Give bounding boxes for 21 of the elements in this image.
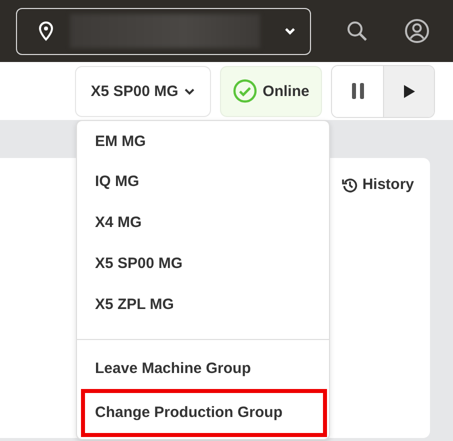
search-icon[interactable] <box>346 20 368 42</box>
play-icon <box>404 84 414 98</box>
menu-item[interactable]: X5 SP00 MG <box>77 243 329 284</box>
menu-item[interactable]: IQ MG <box>77 161 329 202</box>
machine-group-dropdown[interactable]: X5 SP00 MG <box>75 66 211 116</box>
menu-item[interactable]: X4 MG <box>77 202 329 243</box>
check-circle-icon <box>232 79 257 103</box>
menu-item[interactable]: EM MG <box>77 121 329 161</box>
location-pin-icon <box>38 21 54 41</box>
play-button[interactable] <box>383 66 434 116</box>
status-label: Online <box>262 82 310 100</box>
menu-item[interactable]: X5 ZPL MG <box>77 284 329 325</box>
account-icon[interactable] <box>404 18 430 44</box>
chevron-down-icon <box>184 88 196 94</box>
history-link[interactable]: History <box>342 176 414 193</box>
location-select[interactable] <box>16 8 311 54</box>
menu-item[interactable]: Leave Machine Group <box>77 348 329 389</box>
history-icon <box>342 176 358 192</box>
chevron-down-icon <box>284 27 296 35</box>
menu-item[interactable]: Change Production Group <box>81 389 327 437</box>
pause-icon <box>350 83 364 99</box>
